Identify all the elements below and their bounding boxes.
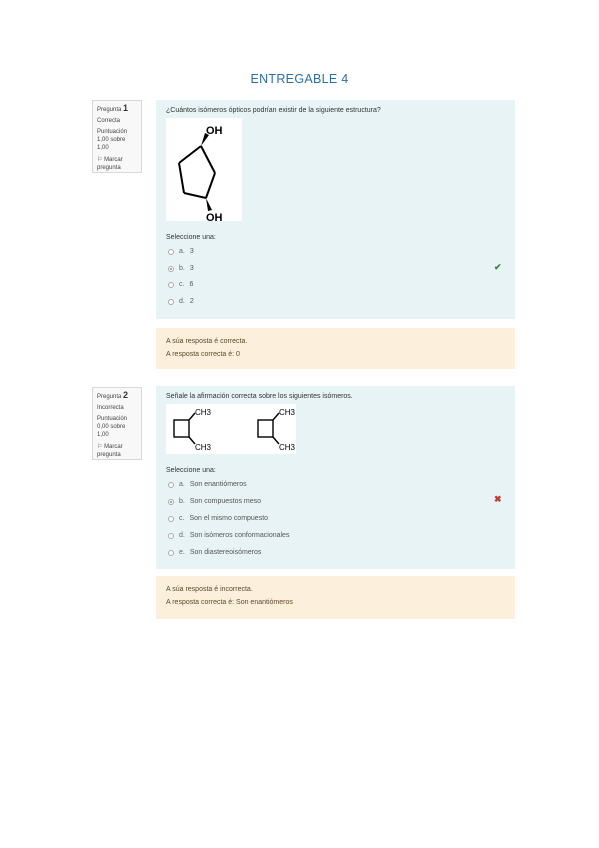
option-letter: d. xyxy=(179,532,185,539)
flag-icon: ⚐ xyxy=(97,157,103,163)
ch3-label: CH3 xyxy=(279,408,296,417)
option-b[interactable]: b. Son compuestos meso xyxy=(168,498,261,505)
option-text: Son enantiómeros xyxy=(189,481,247,488)
radio-button[interactable] xyxy=(168,549,174,556)
molecule-image: CH3 CH3 CH3 CH3 xyxy=(166,404,296,454)
option-text: Son el mismo compuesto xyxy=(189,515,269,522)
question-score: Puntuación 1,00 sobre 1,00 xyxy=(97,129,128,151)
question-2-content: Señale la afirmación correcta sobre los … xyxy=(156,386,515,569)
question-2-info: Pregunta 2 Incorrecta Puntuación 0,00 so… xyxy=(92,387,142,460)
option-letter: b. xyxy=(179,265,185,272)
option-d[interactable]: d. 2 xyxy=(168,298,194,305)
radio-button[interactable] xyxy=(168,515,174,522)
flag-icon: ⚐ xyxy=(97,444,103,450)
option-letter: c. xyxy=(179,515,185,522)
option-text: 6 xyxy=(189,281,194,288)
question-score: Puntuación 0,00 sobre 1,00 xyxy=(97,416,128,438)
option-c[interactable]: c. Son el mismo compuesto xyxy=(168,515,268,522)
option-c[interactable]: c. 6 xyxy=(168,281,193,288)
ch3-label: CH3 xyxy=(279,443,296,452)
radio-button[interactable] xyxy=(168,532,174,539)
feedback-correct-answer: A resposta correcta é: Son enantiómeros xyxy=(166,599,293,606)
option-text: 3 xyxy=(189,265,194,272)
question-2-feedback: A súa resposta é incorrecta. A resposta … xyxy=(156,576,515,619)
radio-button[interactable] xyxy=(168,481,174,488)
oh-bottom-label: OH xyxy=(206,212,223,221)
oh-top-label: OH xyxy=(206,125,223,137)
option-text: 2 xyxy=(189,298,194,305)
question-1-info: Pregunta 1 Correcta Puntuación 1,00 sobr… xyxy=(92,100,142,173)
radio-button[interactable] xyxy=(168,248,174,255)
cyclopentanediol-structure: OH OH xyxy=(178,125,223,224)
option-text: Son isómeros conformacionales xyxy=(189,532,290,539)
page-title: ENTREGABLE 4 xyxy=(250,72,349,86)
option-letter: e. xyxy=(179,549,185,556)
cross-icon: ✖ xyxy=(494,494,502,504)
option-letter: c. xyxy=(179,281,185,288)
question-state: Incorrecta xyxy=(97,405,124,411)
dimethylcyclobutane-structures: CH3 CH3 CH3 CH3 xyxy=(173,408,296,452)
question-1-feedback: A súa resposta é correcta. A resposta co… xyxy=(156,328,515,369)
question-1-content: ¿Cuántos isómeros ópticos podrían existi… xyxy=(156,100,515,319)
option-letter: a. xyxy=(179,481,185,488)
select-label: Seleccione una: xyxy=(166,467,216,474)
feedback-result: A súa resposta é incorrecta. xyxy=(166,586,253,593)
option-text: Son compuestos meso xyxy=(189,498,262,505)
option-e[interactable]: e. Son diastereoisómeros xyxy=(168,549,261,556)
question-label: Pregunta xyxy=(97,394,122,400)
option-text: Son diastereoisómeros xyxy=(189,549,262,556)
ch3-label: CH3 xyxy=(195,408,212,417)
question-text: Señale la afirmación correcta sobre los … xyxy=(166,393,353,400)
option-letter: d. xyxy=(179,298,185,305)
radio-button-selected[interactable] xyxy=(168,265,174,272)
option-letter: b. xyxy=(179,498,185,505)
question-state: Correcta xyxy=(97,118,121,124)
option-letter: a. xyxy=(179,248,185,255)
option-a[interactable]: a. Son enantiómeros xyxy=(168,481,247,488)
question-text: ¿Cuántos isómeros ópticos podrían existi… xyxy=(166,107,381,114)
select-label: Seleccione una: xyxy=(166,234,216,241)
check-icon: ✔ xyxy=(494,262,502,272)
feedback-correct-answer: A resposta correcta é: 0 xyxy=(166,351,240,358)
flag-question-button[interactable]: ⚐ Marcar pregunta xyxy=(97,156,137,172)
molecule-image: OH OH xyxy=(166,118,242,224)
option-a[interactable]: a. 3 xyxy=(168,248,194,255)
radio-button[interactable] xyxy=(168,298,174,305)
option-d[interactable]: d. Son isómeros conformacionales xyxy=(168,532,289,539)
flag-question-button[interactable]: ⚐ Marcar pregunta xyxy=(97,443,137,459)
radio-button[interactable] xyxy=(168,281,174,288)
question-number: 2 xyxy=(123,390,129,400)
option-b[interactable]: b. 3 xyxy=(168,265,194,272)
question-label: Pregunta xyxy=(97,107,122,113)
feedback-result: A súa resposta é correcta. xyxy=(166,338,248,345)
ch3-label: CH3 xyxy=(195,443,212,452)
question-number: 1 xyxy=(123,103,129,113)
radio-button-selected[interactable] xyxy=(168,498,174,505)
option-text: 3 xyxy=(189,248,194,255)
